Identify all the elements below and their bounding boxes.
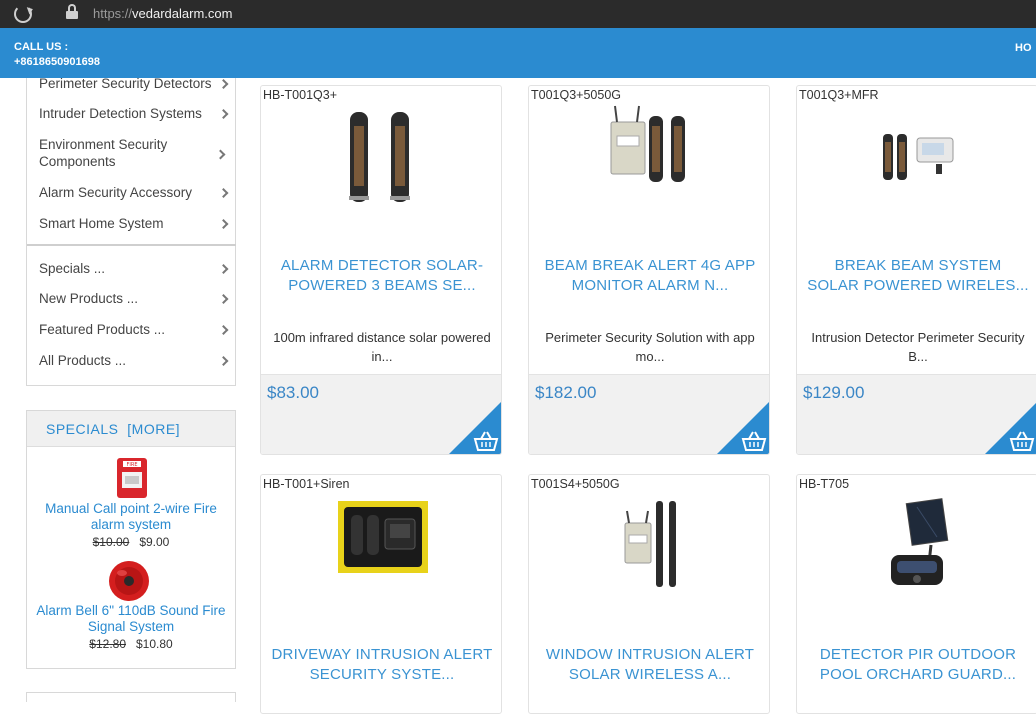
specials-box: SPECIALS [MORE] FIRE Manual Call point 2… [26, 410, 236, 669]
sidebar-item-label: Perimeter Security Detectors [39, 76, 212, 91]
chevron-right-icon [218, 355, 229, 366]
chevron-right-icon [218, 324, 229, 335]
special-item-price: $12.80 $10.80 [27, 637, 235, 651]
sidebar-item-label: Featured Products ... [39, 322, 166, 337]
sale-price: $9.00 [139, 535, 170, 549]
sidebar-item-label: Smart Home System [39, 216, 164, 231]
product-description: 100m infrared distance solar powered in.… [273, 330, 491, 364]
basket-icon[interactable] [1009, 430, 1035, 452]
chevron-right-icon [218, 293, 229, 304]
sidebar-item-label: All Products ... [39, 353, 127, 368]
product-model: HB-T705 [799, 477, 850, 491]
product-image[interactable] [797, 493, 1036, 603]
fire-call-point-icon[interactable]: FIRE [115, 456, 149, 500]
product-card[interactable]: HB-T001Q3+ ALARM DETECTOR SOLAR-POWERED … [260, 85, 502, 455]
product-card[interactable]: T001S4+5050G WINDOW INTRUSION ALERT SOLA… [528, 474, 770, 714]
specials-more-link[interactable]: [MORE] [127, 421, 180, 437]
sidebar-item-alarm-security-accessory[interactable]: Alarm Security Accessory [39, 184, 235, 201]
product-image[interactable] [261, 493, 502, 603]
category-menu: Perimeter Security Detectors Intruder De… [26, 75, 236, 386]
special-item-name[interactable]: Alarm Bell 6" 110dB Sound Fire Signal Sy… [27, 603, 235, 635]
sidebar-item-label: Specials ... [39, 261, 106, 276]
price-bar: $129.00 [797, 374, 1036, 454]
sidebar-item-label: Environment Security Components [39, 137, 168, 169]
chevron-right-icon [218, 263, 229, 274]
url-host: vedardalarm.com [132, 6, 233, 21]
product-card[interactable]: T001Q3+5050G BEAM BREAK ALERT 4G APP MON… [528, 85, 770, 455]
sidebar-item-all-products[interactable]: All Products ... [39, 352, 235, 369]
alarm-bell-icon[interactable] [107, 559, 151, 603]
phone-number[interactable]: +8618650901698 [14, 56, 100, 68]
sidebar-item-label: Alarm Security Accessory [39, 185, 193, 200]
product-title[interactable]: DRIVEWAY INTRUSION ALERT SECURITY SYSTE.… [271, 645, 493, 685]
product-model: HB-T001Q3+ [263, 88, 337, 102]
url-scheme: https:// [93, 6, 133, 21]
product-description: Perimeter Security Solution with app mo.… [545, 330, 755, 364]
product-model: T001S4+5050G [531, 477, 620, 491]
old-price: $10.00 [92, 535, 130, 549]
product-image[interactable] [261, 104, 502, 214]
menu-divider [27, 244, 236, 246]
sidebar-item-environment-security-components[interactable]: Environment Security Components [39, 136, 189, 170]
sale-price: $10.80 [136, 637, 173, 651]
product-image[interactable] [797, 104, 1036, 214]
specials-header: SPECIALS [MORE] [27, 411, 235, 447]
product-price: $83.00 [267, 383, 319, 402]
browser-toolbar: https://vedardalarm.com [0, 0, 1036, 28]
product-model: T001Q3+MFR [799, 88, 879, 102]
chevron-right-icon [218, 78, 229, 89]
basket-icon[interactable] [741, 430, 767, 452]
sidebar-item-perimeter-security-detectors[interactable]: Perimeter Security Detectors [39, 75, 235, 92]
sidebar-item-specials[interactable]: Specials ... [39, 260, 235, 277]
chevron-right-icon [218, 187, 229, 198]
sidebar-item-featured-products[interactable]: Featured Products ... [39, 321, 235, 338]
sidebar-item-intruder-detection-systems[interactable]: Intruder Detection Systems [39, 105, 235, 122]
special-item-price: $10.00 $9.00 [27, 535, 235, 549]
nav-home-link[interactable]: HO [1015, 42, 1032, 54]
chevron-right-icon [218, 218, 229, 229]
old-price: $12.80 [89, 637, 126, 651]
call-us-label: CALL US : [14, 41, 69, 53]
chevron-right-icon [218, 108, 229, 119]
special-item-name[interactable]: Manual Call point 2-wire Fire alarm syst… [27, 501, 235, 533]
product-price: $182.00 [535, 383, 597, 402]
product-card[interactable]: HB-T705 DETECTOR PIR OUTDOOR POOL ORCHAR… [796, 474, 1036, 714]
product-card[interactable]: HB-T001+Siren DRIVEWAY INTRUSION ALERT S… [260, 474, 502, 714]
sidebar-item-new-products[interactable]: New Products ... [39, 290, 235, 307]
product-title[interactable]: WINDOW INTRUSION ALERT SOLAR WIRELESS A.… [539, 645, 761, 685]
product-image[interactable] [529, 104, 770, 214]
product-title[interactable]: BEAM BREAK ALERT 4G APP MONITOR ALARM N.… [539, 256, 761, 296]
sidebar-item-label: Intruder Detection Systems [39, 106, 202, 121]
lock-icon[interactable] [66, 4, 78, 19]
product-model: T001Q3+5050G [531, 88, 621, 102]
product-card[interactable]: T001Q3+MFR BREAK BEAM SYSTEM SOLAR POWER… [796, 85, 1036, 455]
product-price: $129.00 [803, 383, 865, 402]
price-bar: $182.00 [529, 374, 769, 454]
product-description: Intrusion Detector Perimeter Security B.… [811, 330, 1025, 364]
site-header: CALL US : +8618650901698 HO [0, 28, 1036, 78]
product-title[interactable]: DETECTOR PIR OUTDOOR POOL ORCHARD GUARD.… [807, 645, 1029, 685]
basket-icon[interactable] [473, 430, 499, 452]
address-bar[interactable]: https://vedardalarm.com [93, 6, 232, 21]
product-image[interactable] [529, 493, 770, 603]
chevron-right-icon[interactable] [215, 149, 226, 160]
specials-title[interactable]: SPECIALS [MORE] [46, 421, 180, 437]
product-title[interactable]: BREAK BEAM SYSTEM SOLAR POWERED WIRELES.… [807, 256, 1029, 296]
svg-text:FIRE: FIRE [127, 462, 138, 468]
product-title[interactable]: ALARM DETECTOR SOLAR-POWERED 3 BEAMS SE.… [271, 256, 493, 296]
price-bar: $83.00 [261, 374, 501, 454]
sidebar-item-label: New Products ... [39, 291, 139, 306]
product-model: HB-T001+Siren [263, 477, 350, 491]
specials-title-text: SPECIALS [46, 421, 119, 437]
sidebar-next-box [26, 692, 236, 702]
reload-icon[interactable] [14, 5, 32, 23]
sidebar-item-smart-home-system[interactable]: Smart Home System [39, 215, 235, 232]
